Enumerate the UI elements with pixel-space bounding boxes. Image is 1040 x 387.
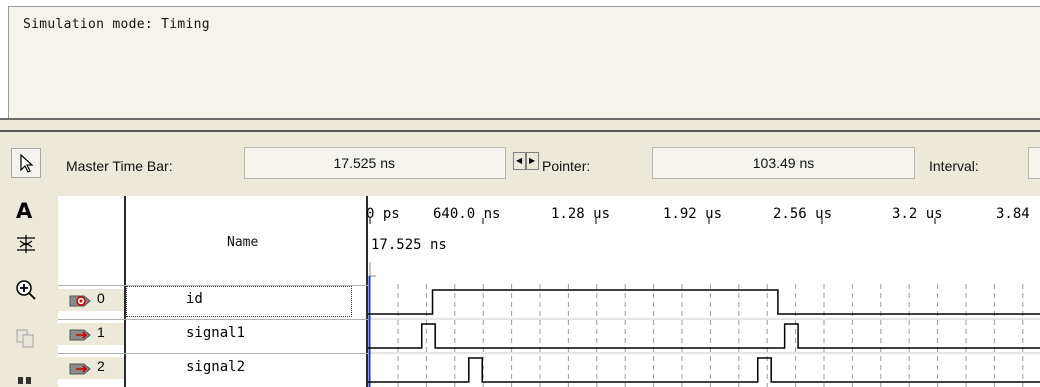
output-pin-icon <box>69 295 91 307</box>
cursor-flag <box>369 262 376 277</box>
input-pin-icon <box>69 329 91 341</box>
selection-box <box>126 286 352 317</box>
waveform-canvas[interactable] <box>368 196 1040 387</box>
waveform-id[interactable] <box>368 289 1040 315</box>
interval-field[interactable] <box>1028 147 1040 179</box>
master-time-bar-label: Master Time Bar: <box>66 158 173 174</box>
signal-name[interactable]: signal1 <box>186 325 245 341</box>
name-column-header[interactable]: Name <box>227 235 258 250</box>
svg-text:A: A <box>16 199 33 222</box>
splitter-bar[interactable] <box>0 120 1040 130</box>
waveform-signal1[interactable] <box>368 323 1040 349</box>
pointer-label: Pointer: <box>542 158 591 174</box>
simulation-mode-text: Simulation mode: Timing <box>23 17 210 32</box>
master-time-left-button[interactable]: ◀ <box>513 152 526 170</box>
master-time-bar-field[interactable]: 17.525 ns <box>244 147 506 179</box>
waveform-edit-icon[interactable] <box>14 232 38 256</box>
signal-index: 0 <box>97 290 105 306</box>
arrow-select-icon[interactable] <box>11 148 41 178</box>
signal-index: 1 <box>97 324 105 340</box>
row-divider <box>58 353 368 354</box>
text-tool-icon[interactable]: A <box>14 198 38 222</box>
copy-icon[interactable] <box>14 326 38 350</box>
zoom-icon[interactable] <box>14 278 38 302</box>
signal-name[interactable]: signal2 <box>186 359 245 375</box>
row-divider <box>58 319 368 320</box>
waveform-signal2[interactable] <box>368 357 1040 383</box>
input-pin-icon <box>69 363 91 375</box>
find-icon[interactable] <box>14 372 38 387</box>
simulation-report-panel: Simulation mode: Timing <box>8 6 1040 118</box>
pointer-field[interactable]: 103.49 ns <box>652 147 915 179</box>
master-time-right-button[interactable]: ▶ <box>526 152 539 170</box>
signal-index: 2 <box>97 358 105 374</box>
waveform-editor-window: Simulation mode: Timing Master Time Bar:… <box>0 0 1040 387</box>
interval-label: Interval: <box>929 158 979 174</box>
